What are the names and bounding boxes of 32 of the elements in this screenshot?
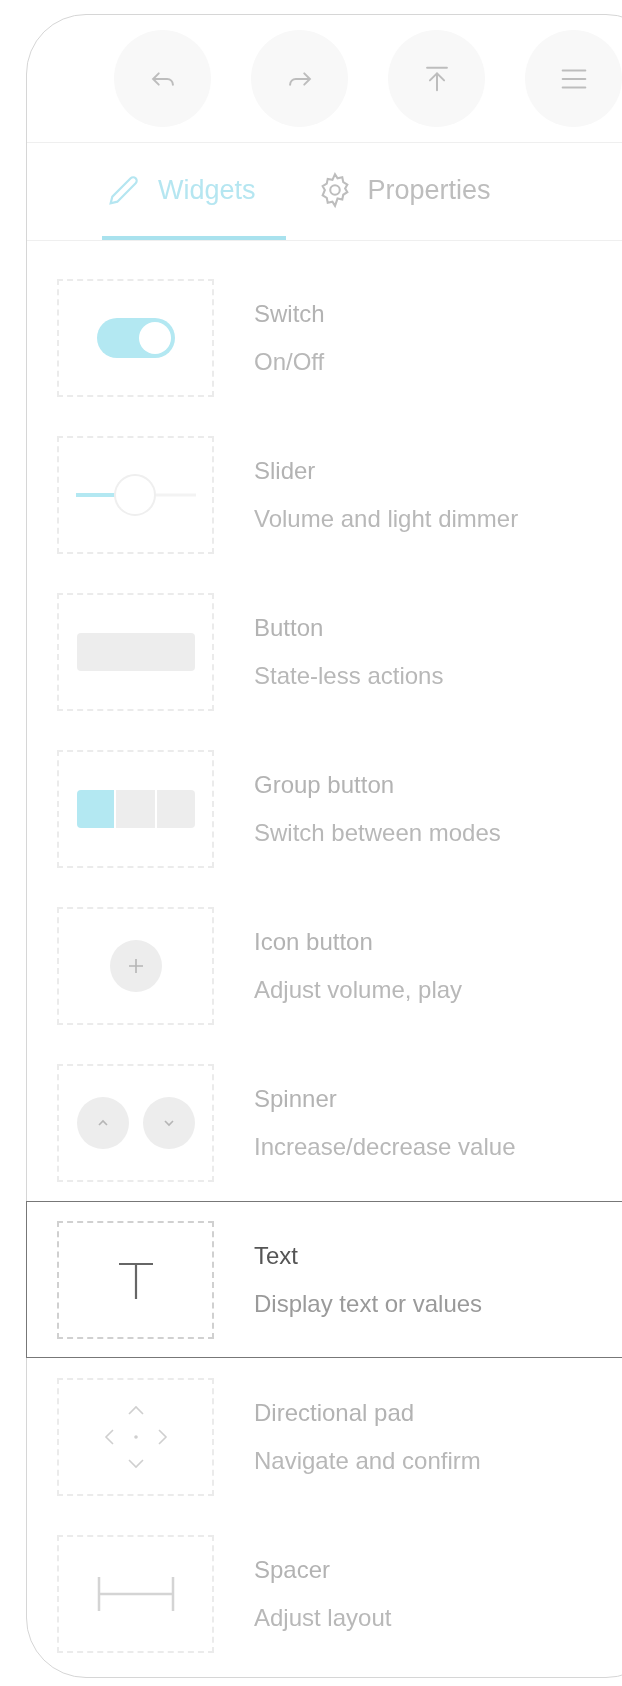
widget-description: Volume and light dimmer xyxy=(254,504,519,533)
spacer-icon xyxy=(96,1574,175,1613)
widget-title: Group button xyxy=(254,770,396,799)
widget-title: Text xyxy=(254,1241,299,1270)
widget-list-item[interactable]: Slider Volume and light dimmer xyxy=(27,416,622,573)
widget-title: Button xyxy=(254,613,325,642)
tab[interactable]: Widgets xyxy=(102,144,286,240)
widget-description: Adjust layout xyxy=(254,1603,392,1632)
widget-list-item[interactable]: Spacer Adjust layout xyxy=(27,1515,622,1672)
tab[interactable]: Properties xyxy=(313,144,493,240)
widget-list-item[interactable]: Group button Switch between modes xyxy=(27,730,622,887)
widget-title: Spacer xyxy=(254,1555,332,1584)
widget-list-item[interactable]: Switch On/Off xyxy=(27,259,622,416)
widget-description: Switch between modes xyxy=(254,818,501,847)
widget-title: Spinner xyxy=(254,1084,338,1113)
widget-title: Directional pad xyxy=(254,1398,416,1427)
widget-title: Switch xyxy=(254,299,325,328)
widget-list-item[interactable]: Icon button Adjust volume, play xyxy=(27,887,622,1044)
widget-list-item[interactable]: Directional pad Navigate and confirm xyxy=(27,1358,622,1515)
widget-description: On/Off xyxy=(254,347,325,376)
widget-description: Increase/decrease value xyxy=(254,1132,516,1161)
widget-title: Slider xyxy=(254,456,317,485)
widget-description: State-less actions xyxy=(254,661,444,690)
widget-description: Display text or values xyxy=(254,1289,483,1318)
widget-list-item[interactable]: Button State-less actions xyxy=(27,573,622,730)
widget-title: Icon button xyxy=(254,927,374,956)
directional-pad-icon xyxy=(102,1403,169,1470)
widget-description: Adjust volume, play xyxy=(254,975,463,1004)
text-letter-icon xyxy=(116,1260,155,1299)
widget-list-item[interactable]: Spinner Increase/decrease value xyxy=(27,1044,622,1201)
widget-list-item[interactable]: Text Display text or values xyxy=(26,1201,622,1358)
widget-description: Navigate and confirm xyxy=(254,1446,481,1475)
